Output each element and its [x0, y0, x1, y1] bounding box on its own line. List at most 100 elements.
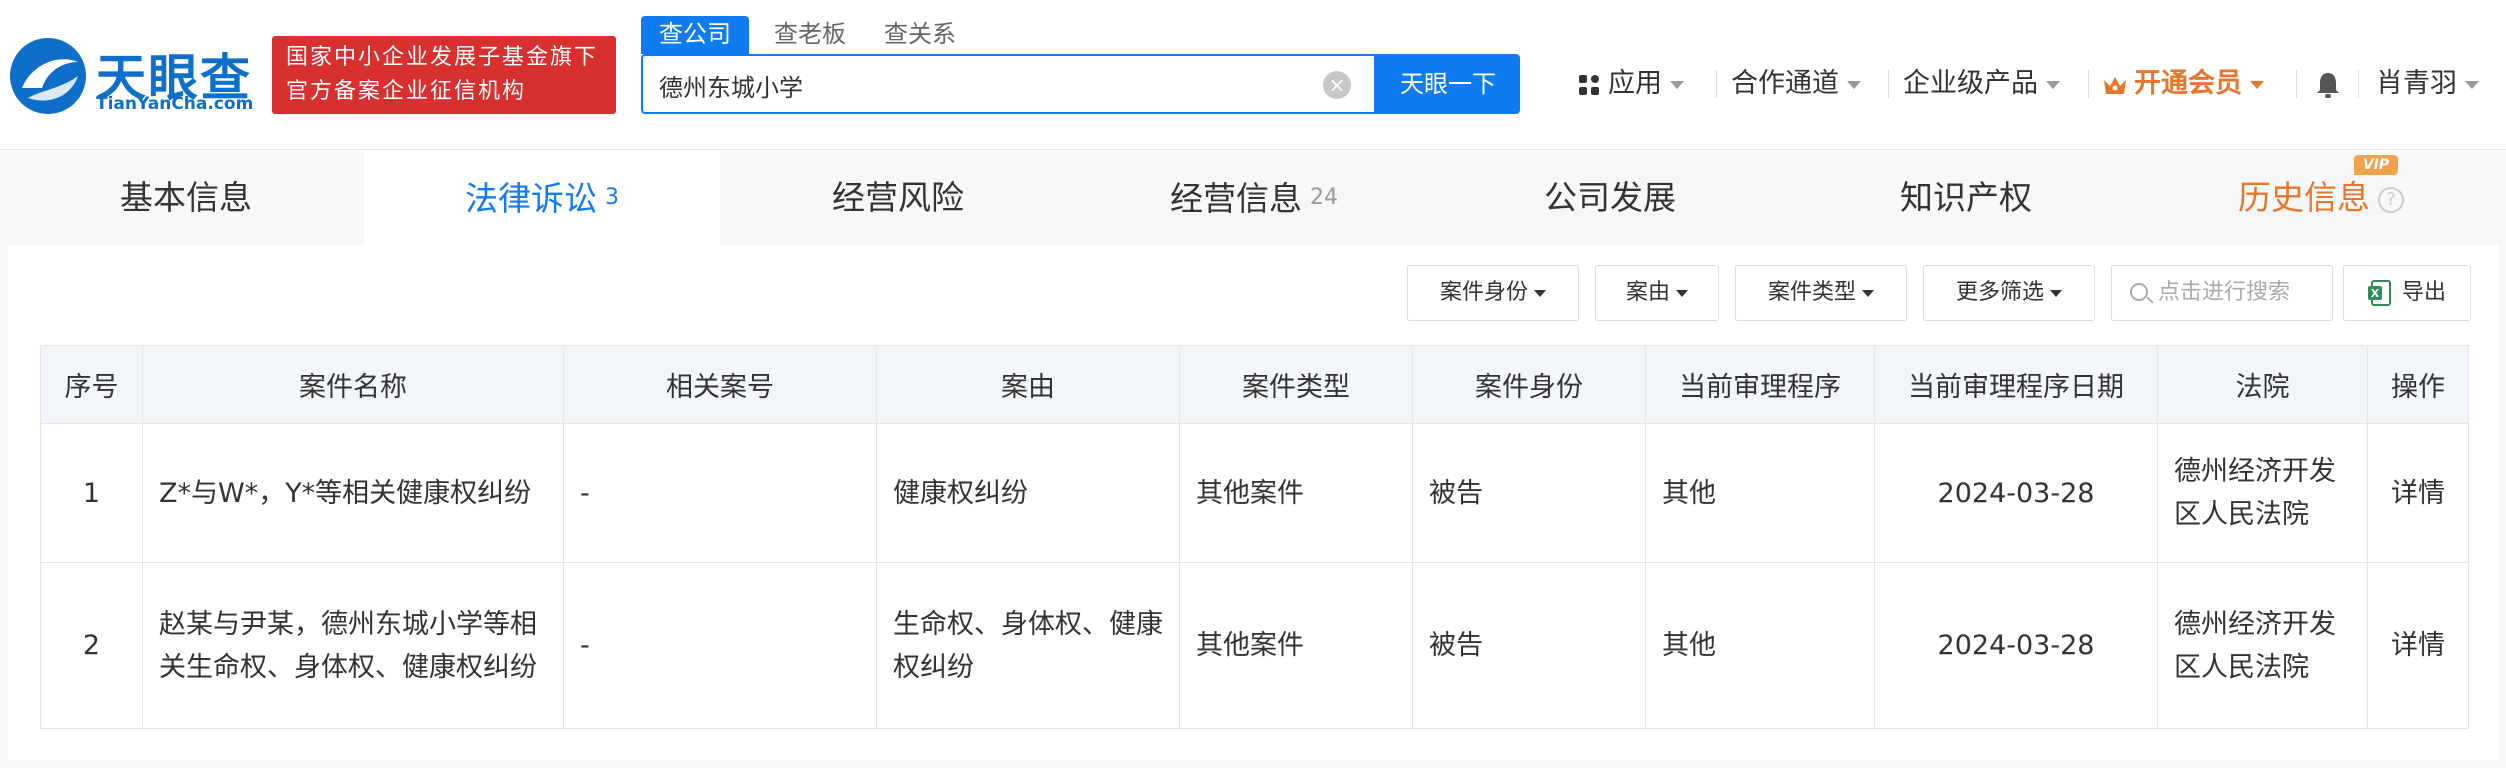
caret-down-icon [1862, 289, 1874, 297]
filter-label: 案由 [1625, 280, 1670, 305]
nav-divider [2358, 70, 2359, 98]
search-tab-boss[interactable]: 查老板 [767, 16, 853, 54]
cell-court: 德州经济开发区人民法院 [2157, 423, 2368, 563]
tab-label: 基本信息 [120, 178, 252, 217]
search-button[interactable]: 天眼一下 [1376, 54, 1520, 114]
caret-down-icon [2050, 289, 2062, 297]
nav-divider [2088, 70, 2089, 98]
nav-apps-label: 应用 [1608, 68, 1662, 99]
cell-type: 其他案件 [1179, 562, 1413, 729]
chevron-down-icon [2250, 80, 2264, 89]
filter-label: 案件身份 [1439, 280, 1528, 305]
cell-index: 1 [40, 423, 143, 563]
chevron-down-icon [1670, 80, 1684, 89]
apps-grid-icon [1579, 74, 1599, 95]
filter-label: 案件类型 [1767, 280, 1856, 305]
section-tabs: 基本信息 法律诉讼 3 经营风险 经营信息 24 公司发展 知识产权 历史信息? [8, 151, 2498, 245]
column-header: 当前审理程序 [1645, 345, 1875, 424]
caret-down-icon [1676, 289, 1688, 297]
tab-business-info[interactable]: 经营信息 24 [1076, 151, 1432, 245]
nav-cooperation[interactable]: 合作通道 [1731, 62, 1861, 106]
column-header: 当前审理程序日期 [1874, 345, 2158, 424]
badge-line-2: 官方备案企业征信机构 [286, 79, 527, 104]
user-name: 肖青羽 [2376, 68, 2457, 99]
case-name-link[interactable]: 赵某与尹某，德州东城小学等相关生命权、身体权、健康权纠纷 [142, 562, 564, 729]
column-header: 相关案号 [563, 345, 877, 424]
tab-label: 经营信息 [1170, 179, 1302, 218]
filter-more[interactable]: 更多筛选 [1923, 265, 2095, 321]
nav-enterprise-label: 企业级产品 [1903, 68, 2038, 99]
svg-text:X: X [2371, 287, 2380, 300]
tab-business-risk[interactable]: 经营风险 [720, 151, 1076, 245]
clear-icon[interactable]: × [1323, 71, 1351, 99]
nav-divider [2296, 70, 2297, 98]
tab-label: 经营风险 [832, 178, 964, 217]
table-header-row: 序号 案件名称 相关案号 案由 案件类型 案件身份 当前审理程序 当前审理程序日… [40, 345, 2469, 424]
nav-vip[interactable]: 开通会员 [2102, 62, 2264, 106]
detail-link[interactable]: 详情 [2367, 423, 2469, 563]
nav-vip-label: 开通会员 [2134, 68, 2242, 99]
cell-index: 2 [40, 562, 143, 729]
cell-date: 2024-03-28 [1874, 562, 2158, 729]
column-header: 序号 [40, 345, 143, 424]
search-input[interactable] [659, 66, 1299, 104]
export-label: 导出 [2401, 280, 2446, 305]
crown-icon [2104, 76, 2126, 94]
tab-label: 法律诉讼 [465, 179, 597, 218]
filter-cause[interactable]: 案由 [1595, 265, 1719, 321]
nav-cooperation-label: 合作通道 [1731, 68, 1839, 99]
filter-case-role[interactable]: 案件身份 [1407, 265, 1579, 321]
tab-label: 公司发展 [1544, 178, 1676, 217]
cell-procedure: 其他 [1645, 423, 1875, 563]
tab-label: 知识产权 [1900, 178, 2032, 217]
cell-date: 2024-03-28 [1874, 423, 2158, 563]
search-box: × [641, 54, 1376, 114]
tab-legal[interactable]: 法律诉讼 3 [364, 151, 720, 245]
nav-divider [1716, 70, 1717, 98]
column-header: 法院 [2157, 345, 2368, 424]
tab-count: 3 [605, 185, 619, 210]
case-name-link[interactable]: Z*与W*，Y*等相关健康权纠纷 [142, 423, 564, 563]
bell-icon[interactable] [2313, 70, 2343, 100]
cell-case-no: - [563, 423, 877, 563]
cases-table: 序号 案件名称 相关案号 案由 案件类型 案件身份 当前审理程序 当前审理程序日… [40, 345, 2469, 729]
official-badge: 国家中小企业发展子基金旗下 官方备案企业征信机构 [272, 36, 616, 114]
nav-enterprise[interactable]: 企业级产品 [1903, 62, 2060, 106]
table-row: 2 赵某与尹某，德州东城小学等相关生命权、身体权、健康权纠纷 - 生命权、身体权… [40, 562, 2469, 729]
search-icon [2130, 283, 2148, 301]
search-tab-company[interactable]: 查公司 [641, 16, 749, 54]
cell-cause: 健康权纠纷 [876, 423, 1180, 563]
column-header: 案由 [876, 345, 1180, 424]
logo[interactable]: 天眼查 TianYanCha.com [8, 34, 258, 118]
cell-role: 被告 [1412, 562, 1646, 729]
chevron-down-icon [2046, 80, 2060, 89]
help-icon[interactable]: ? [2378, 187, 2404, 213]
tab-development[interactable]: 公司发展 [1432, 151, 1788, 245]
case-search-input[interactable]: 点击进行搜索 [2111, 265, 2333, 321]
cell-cause: 生命权、身体权、健康权纠纷 [876, 562, 1180, 729]
column-header: 案件身份 [1412, 345, 1646, 424]
filter-case-type[interactable]: 案件类型 [1735, 265, 1907, 321]
column-header: 案件类型 [1179, 345, 1413, 424]
nav-apps[interactable]: 应用 [1578, 62, 1684, 106]
badge-line-1: 国家中小企业发展子基金旗下 [286, 45, 599, 70]
brand-domain: TianYanCha.com [96, 94, 254, 114]
detail-link[interactable]: 详情 [2367, 562, 2469, 729]
vip-tag: VIP [2354, 155, 2398, 175]
chevron-down-icon [1847, 80, 1861, 89]
column-header: 操作 [2367, 345, 2469, 424]
nav-divider [1888, 70, 1889, 98]
nav-user[interactable]: 肖青羽 [2376, 62, 2479, 106]
export-button[interactable]: X 导出 [2343, 265, 2471, 321]
top-header: 天眼查 TianYanCha.com 国家中小企业发展子基金旗下 官方备案企业征… [0, 0, 2506, 150]
tab-basic-info[interactable]: 基本信息 [8, 151, 364, 245]
caret-down-icon [1534, 289, 1546, 297]
tab-history[interactable]: 历史信息? [2144, 151, 2498, 245]
cell-case-no: - [563, 562, 877, 729]
search-tab-relation[interactable]: 查关系 [877, 16, 963, 54]
tianyancha-logo-icon [10, 38, 86, 114]
tab-label: 历史信息 [2238, 178, 2370, 217]
tab-ip[interactable]: 知识产权 [1788, 151, 2144, 245]
chevron-down-icon [2465, 80, 2479, 89]
excel-icon: X [2367, 280, 2391, 306]
